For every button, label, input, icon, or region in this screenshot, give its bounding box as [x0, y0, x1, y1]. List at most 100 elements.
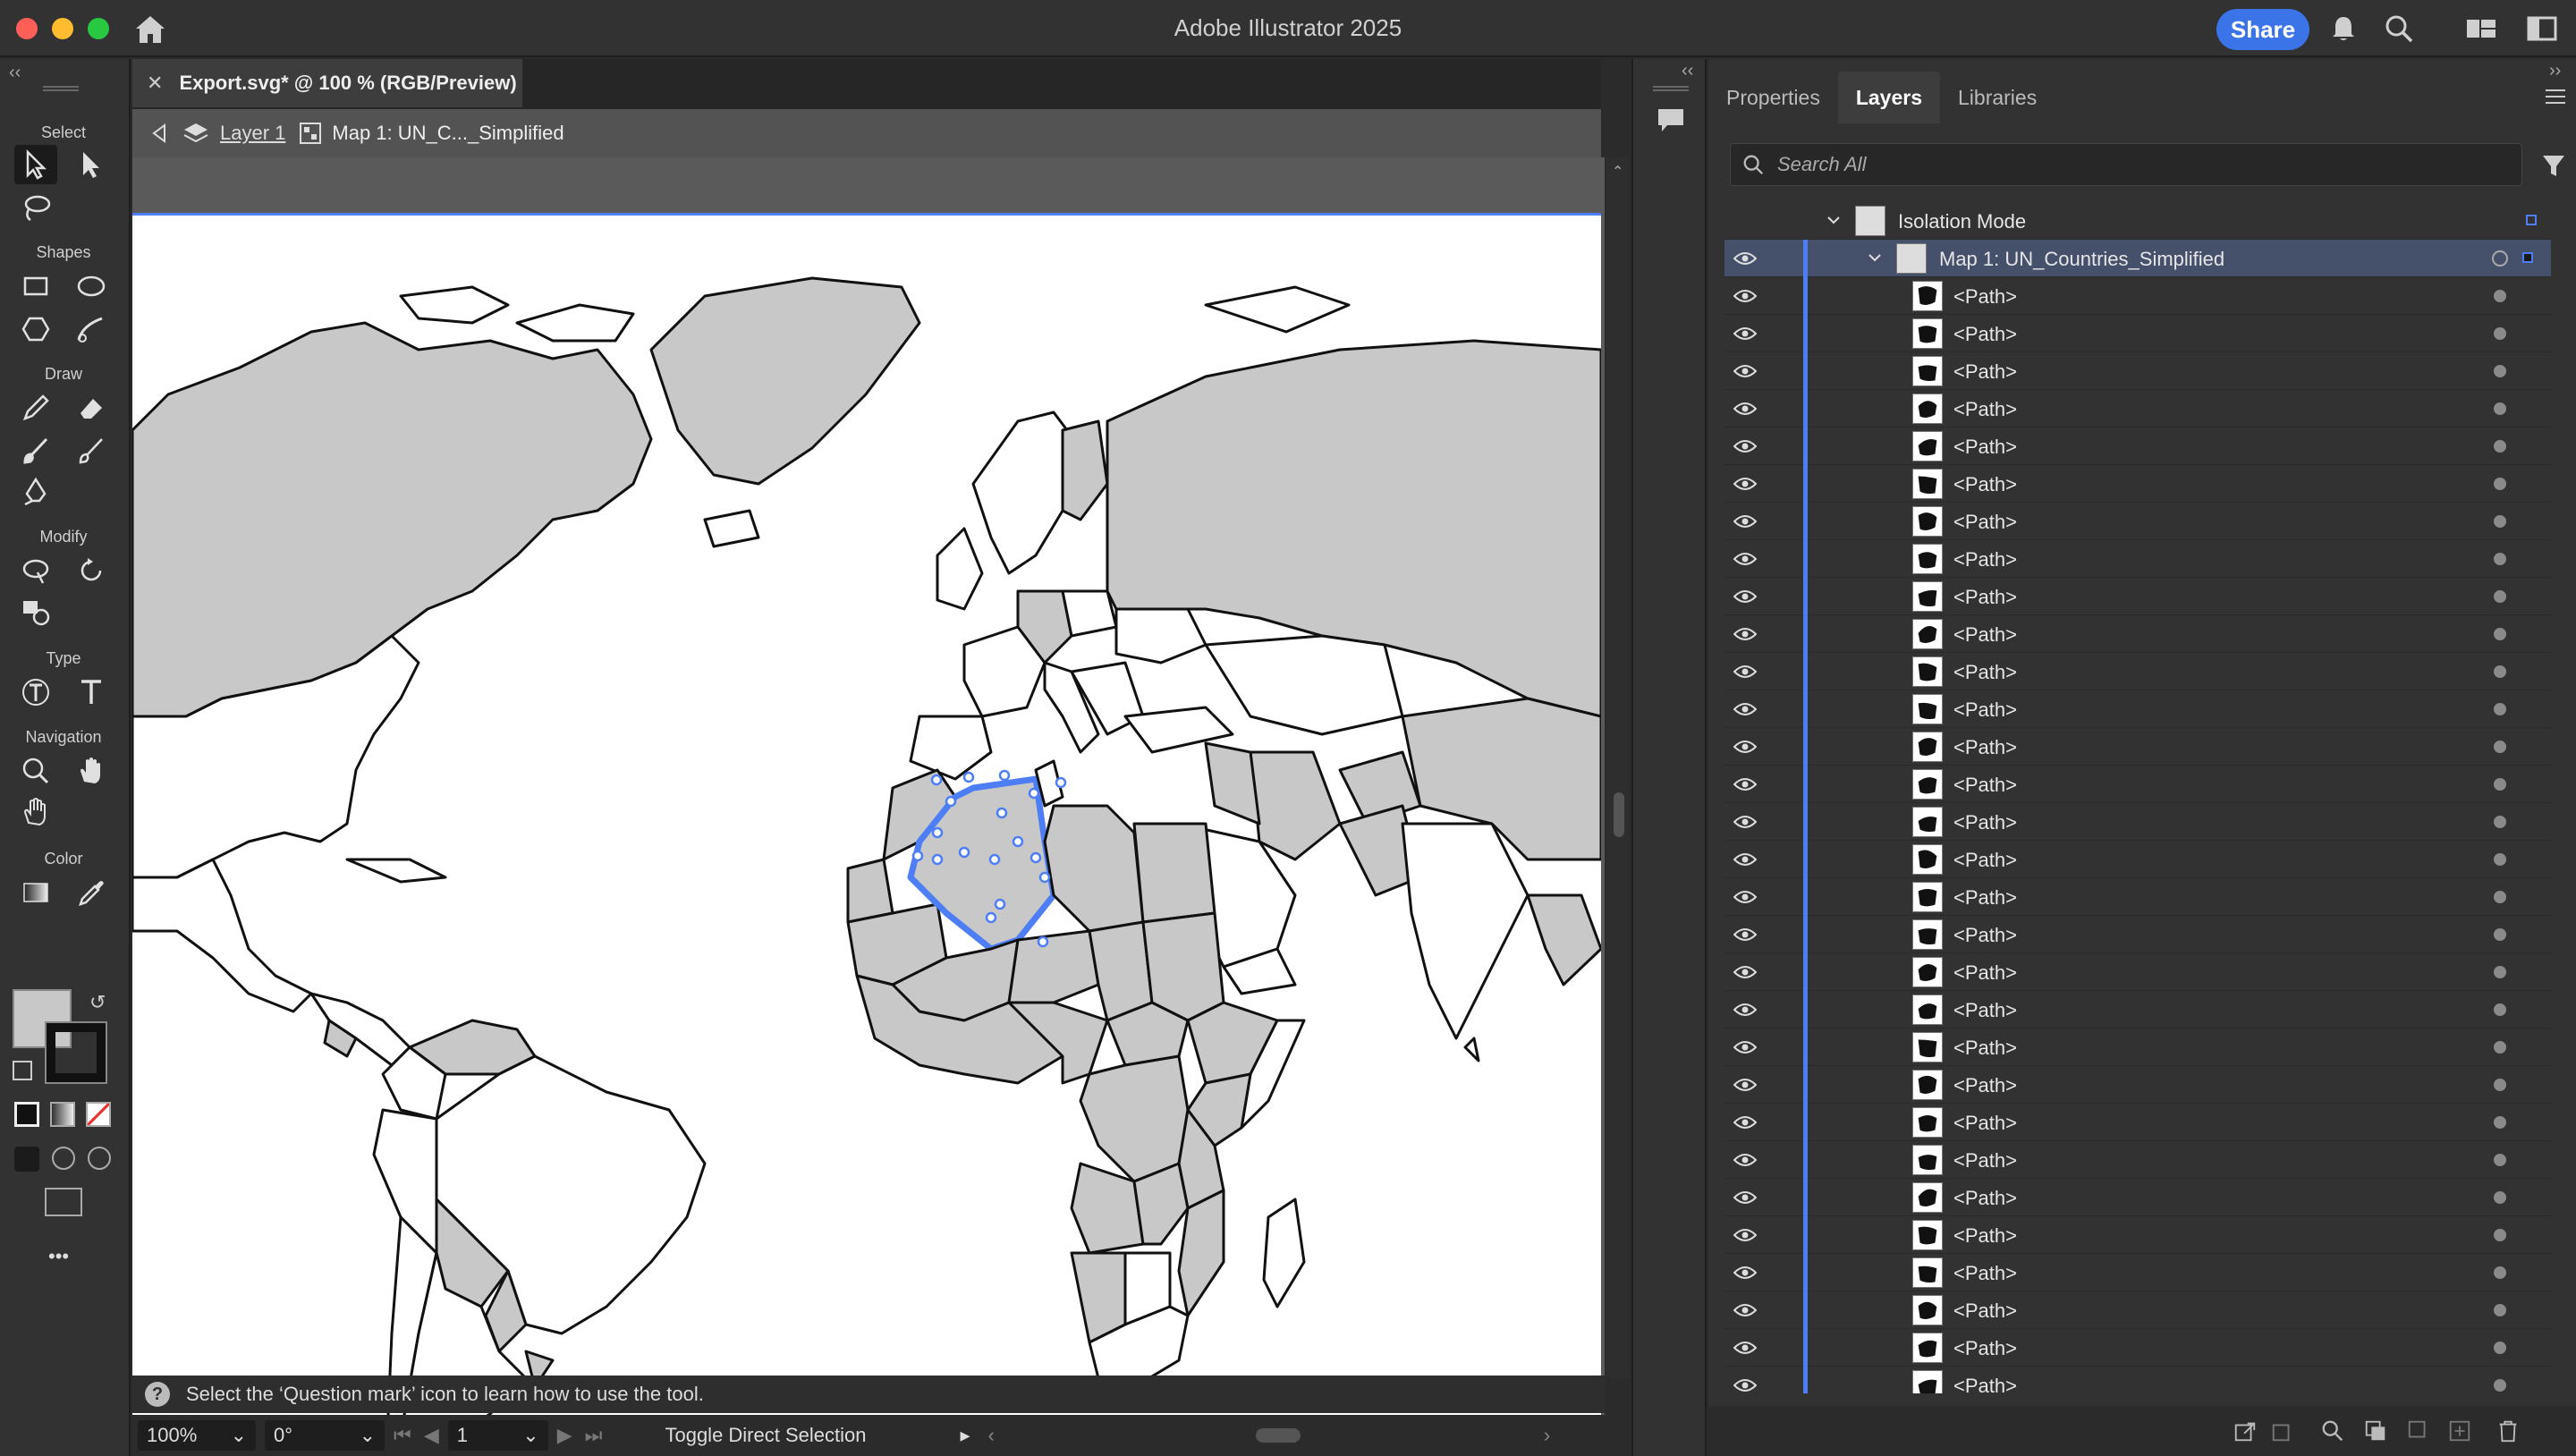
artboard-select[interactable]: 1 ⌄ — [447, 1420, 548, 1451]
none-mode-button[interactable] — [86, 1102, 111, 1127]
target-dot-icon[interactable] — [2494, 628, 2506, 640]
hscroll-right-arrow[interactable]: › — [1544, 1424, 1550, 1447]
vertical-scrollbar[interactable]: ⌃ — [1606, 157, 1630, 1379]
scroll-thumb[interactable] — [1614, 792, 1624, 837]
target-dot-icon[interactable] — [2494, 1003, 2506, 1016]
scroll-up-arrow[interactable]: ⌃ — [1612, 163, 1623, 181]
path-layer-row[interactable]: <Path> — [1724, 315, 2551, 352]
path-layer-row[interactable]: <Path> — [1724, 277, 2551, 315]
path-layer-row[interactable]: <Path> — [1724, 465, 2551, 503]
target-dot-icon[interactable] — [2494, 665, 2506, 678]
path-layer-row[interactable]: <Path> — [1724, 1141, 2551, 1179]
path-layer-row[interactable]: <Path> — [1724, 578, 2551, 615]
target-dot-icon[interactable] — [2494, 1229, 2506, 1241]
hscroll-thumb[interactable] — [1255, 1428, 1301, 1443]
previous-artboard-icon[interactable]: ◀ — [424, 1424, 439, 1447]
eye-icon[interactable] — [1733, 251, 1757, 266]
path-layer-row[interactable]: <Path> — [1724, 953, 2551, 991]
type-tool-icon[interactable] — [70, 673, 113, 712]
target-dot-icon[interactable] — [2494, 966, 2506, 978]
target-dot-icon[interactable] — [2494, 290, 2506, 302]
path-layer-row[interactable]: <Path> — [1724, 1029, 2551, 1066]
zoom-select[interactable]: 100% ⌄ — [138, 1420, 256, 1451]
target-dot-icon[interactable] — [2494, 816, 2506, 828]
trash-icon[interactable] — [2496, 1418, 2521, 1443]
target-dot-icon[interactable] — [2494, 1379, 2506, 1392]
layers-search-input[interactable]: Search All — [1730, 143, 2522, 186]
draw-normal-icon[interactable] — [14, 1147, 39, 1172]
export-icon[interactable] — [2233, 1418, 2258, 1443]
target-dot-icon[interactable] — [2494, 515, 2506, 528]
path-layer-row[interactable]: <Path> — [1724, 878, 2551, 916]
eye-icon[interactable] — [1733, 552, 1757, 566]
path-layer-row[interactable]: <Path> — [1724, 352, 2551, 390]
target-dot-icon[interactable] — [2494, 1266, 2506, 1279]
breadcrumb-layer[interactable]: Layer 1 — [220, 122, 285, 145]
tab-properties[interactable]: Properties — [1708, 72, 1838, 123]
world-map[interactable] — [131, 216, 1603, 1437]
eye-icon[interactable] — [1733, 364, 1757, 378]
path-layer-row[interactable]: <Path> — [1724, 1291, 2551, 1329]
path-layer-row[interactable]: <Path> — [1724, 1179, 2551, 1216]
eye-icon[interactable] — [1733, 439, 1757, 453]
close-document-icon[interactable]: ✕ — [147, 72, 163, 95]
document-tab[interactable]: ✕ Export.svg* @ 100 % (RGB/Preview) — [132, 59, 522, 107]
eye-icon[interactable] — [1733, 1378, 1757, 1393]
eye-icon[interactable] — [1733, 777, 1757, 791]
rotate-view-tool-icon[interactable] — [14, 792, 57, 832]
eye-icon[interactable] — [1733, 927, 1757, 942]
eye-icon[interactable] — [1733, 1078, 1757, 1092]
eye-icon[interactable] — [1733, 890, 1757, 904]
zoom-tool-icon[interactable] — [14, 751, 57, 791]
target-dot-icon[interactable] — [2494, 553, 2506, 565]
path-layer-row[interactable]: <Path> — [1724, 916, 2551, 953]
target-ring-icon[interactable] — [2492, 250, 2508, 267]
eye-icon[interactable] — [1733, 965, 1757, 979]
next-artboard-icon[interactable]: ▶ — [557, 1424, 572, 1447]
make-clipping-mask-icon[interactable] — [2363, 1418, 2388, 1443]
pencil-tool-icon[interactable] — [14, 388, 57, 427]
eye-icon[interactable] — [1733, 326, 1757, 341]
path-layer-row[interactable]: <Path> — [1724, 728, 2551, 766]
target-dot-icon[interactable] — [2494, 778, 2506, 791]
eye-icon[interactable] — [1733, 402, 1757, 416]
path-layer-row[interactable]: <Path> — [1724, 991, 2551, 1029]
default-colors-icon[interactable] — [13, 1061, 32, 1080]
path-layer-row[interactable]: <Path> — [1724, 766, 2551, 803]
eye-icon[interactable] — [1733, 1341, 1757, 1355]
eye-icon[interactable] — [1733, 627, 1757, 641]
target-dot-icon[interactable] — [2494, 741, 2506, 753]
blob-brush-tool-icon[interactable] — [70, 431, 113, 470]
draw-behind-icon[interactable] — [52, 1147, 75, 1170]
eye-icon[interactable] — [1733, 1190, 1757, 1205]
gradient-tool-icon[interactable] — [14, 873, 57, 912]
map-group-row[interactable]: Map 1: UN_Countries_Simplified — [1724, 240, 2551, 277]
chevron-down-icon[interactable] — [1868, 250, 1882, 265]
eye-icon[interactable] — [1733, 289, 1757, 303]
eye-icon[interactable] — [1733, 589, 1757, 604]
path-layer-row[interactable]: <Path> — [1724, 390, 2551, 427]
target-dot-icon[interactable] — [2494, 440, 2506, 453]
eye-icon[interactable] — [1733, 1003, 1757, 1017]
path-layer-row[interactable]: <Path> — [1724, 1254, 2551, 1291]
path-layer-row[interactable]: <Path> — [1724, 841, 2551, 878]
path-layer-row[interactable]: <Path> — [1724, 653, 2551, 690]
eye-icon[interactable] — [1733, 477, 1757, 491]
path-layer-row[interactable]: <Path> — [1724, 690, 2551, 728]
eye-icon[interactable] — [1733, 852, 1757, 867]
horizontal-scrollbar[interactable] — [1005, 1426, 1533, 1444]
eye-icon[interactable] — [1733, 702, 1757, 716]
chevron-down-icon[interactable] — [1826, 213, 1841, 227]
comments-icon[interactable] — [1655, 104, 1687, 136]
selection-indicator[interactable] — [2522, 252, 2533, 263]
pen-tool-icon[interactable] — [14, 472, 57, 512]
lasso-tool-icon[interactable] — [14, 188, 57, 227]
path-layer-row[interactable]: <Path> — [1724, 803, 2551, 841]
target-dot-icon[interactable] — [2494, 1154, 2506, 1166]
eye-icon[interactable] — [1733, 1153, 1757, 1167]
tab-layers[interactable]: Layers — [1837, 72, 1940, 123]
swap-fill-stroke-icon[interactable]: ↺ — [89, 991, 106, 1014]
warp-tool-icon[interactable] — [14, 551, 57, 590]
screen-mode-icon[interactable] — [45, 1188, 82, 1216]
release-icon[interactable] — [2270, 1418, 2295, 1443]
